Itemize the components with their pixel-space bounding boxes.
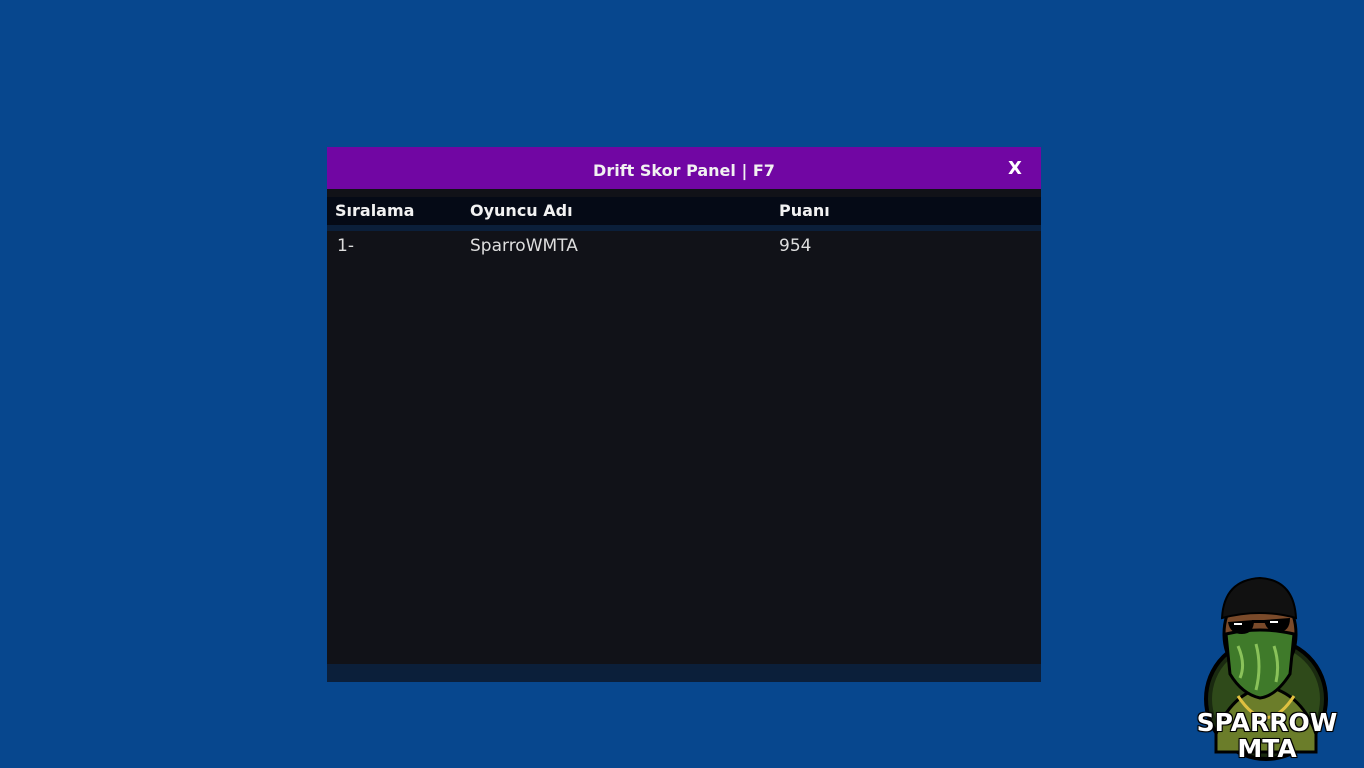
column-header-score[interactable]: Puanı [779, 197, 830, 225]
row-score: 954 [779, 236, 812, 256]
table-header: Sıralama Oyuncu Adı Puanı [327, 197, 1041, 225]
logo-text-mta: MTA [1237, 733, 1298, 764]
drift-score-panel: Drift Skor Panel | F7 X Sıralama Oyuncu … [327, 147, 1041, 682]
panel-title: Drift Skor Panel | F7 [593, 161, 775, 180]
row-rank: 1- [337, 236, 354, 256]
column-header-player[interactable]: Oyuncu Adı [470, 197, 573, 225]
close-button[interactable]: X [1001, 155, 1029, 183]
column-header-rank[interactable]: Sıralama [335, 197, 414, 225]
sparrow-mta-logo: SPARROW MTA [1180, 574, 1354, 764]
table-row[interactable]: 1- SparroWMTA 954 [327, 231, 1041, 261]
row-player-name: SparroWMTA [470, 236, 578, 256]
panel-footer [327, 664, 1041, 682]
logo-text-sparrow: SPARROW [1196, 707, 1338, 738]
